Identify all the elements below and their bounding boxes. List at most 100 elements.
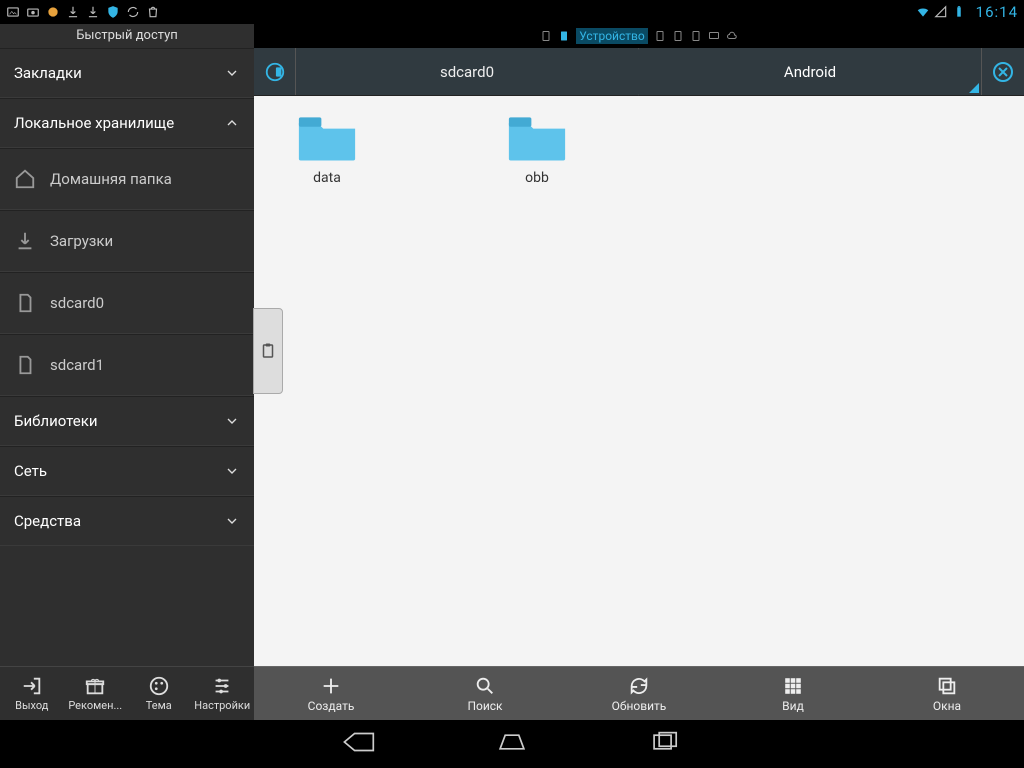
button-label: Вид [782,699,804,713]
window-tab-strip: Устройство [254,24,1024,48]
path-root-button[interactable] [254,48,296,95]
sidebar-section-tools[interactable]: Средства [0,496,254,546]
cloud-icon [726,30,738,42]
sidebar-section-local[interactable]: Локальное хранилище [0,98,254,148]
view-button[interactable]: Вид [716,667,870,720]
clipboard-icon [259,341,277,361]
sdcard-icon [14,292,36,314]
device-icon [264,61,286,83]
search-button[interactable]: Поиск [408,667,562,720]
main-bottom-bar: Создать Поиск Обновить Вид Окна [254,666,1024,720]
folder-label: data [313,170,341,186]
path-segment-sdcard0[interactable]: sdcard0 [296,48,639,95]
bag-icon [146,5,160,19]
grid-icon [782,675,804,697]
home-icon [495,728,529,756]
close-tab-button[interactable] [982,48,1024,95]
sidebar-item-label: sdcard0 [50,294,104,312]
tablet-icon [540,30,552,42]
download-icon [66,5,80,19]
button-label: Обновить [612,699,667,713]
folder-label: obb [525,170,549,186]
camera-icon [26,5,40,19]
chevron-down-icon [224,513,240,529]
download-icon [86,5,100,19]
sidebar-item-sdcard1[interactable]: sdcard1 [0,334,254,396]
image-icon [6,5,20,19]
file-grid[interactable]: data obb [254,96,1024,666]
windows-icon [936,675,958,697]
android-nav-bar [0,720,1024,768]
plus-icon [320,675,342,697]
sidebar-section-label: Локальное хранилище [14,114,174,132]
sidebar-item-sdcard0[interactable]: sdcard0 [0,272,254,334]
sidebar: Быстрый доступ Закладки Локальное хранил… [0,24,254,720]
sidebar-bottom-bar: Выход Рекомен... Тема Настройки [0,666,254,720]
button-label: Окна [933,699,961,713]
main-panel: sdcard0 Android data obb [254,48,1024,720]
sidebar-section-network[interactable]: Сеть [0,446,254,496]
sidebar-section-libraries[interactable]: Библиотеки [0,396,254,446]
chevron-down-icon [224,65,240,81]
sidebar-section-label: Сеть [14,462,47,480]
search-icon [474,675,496,697]
battery-icon [952,5,966,19]
button-label: Тема [146,699,172,712]
button-label: Рекомен... [68,699,122,712]
chevron-down-icon [224,463,240,479]
tablet-icon [672,30,684,42]
signal-icon [934,5,948,19]
tablet-icon [558,30,570,42]
sidebar-item-home[interactable]: Домашняя папка [0,148,254,210]
exit-button[interactable]: Выход [0,667,64,720]
refresh-button[interactable]: Обновить [562,667,716,720]
path-bar: sdcard0 Android [254,48,1024,96]
sidebar-section-label: Закладки [14,64,82,82]
close-icon [991,60,1015,84]
button-label: Создать [308,699,355,713]
download-icon [14,230,36,252]
folder-icon [297,112,357,164]
sidebar-section-label: Библиотеки [14,412,97,430]
monitor-icon [708,30,720,42]
create-button[interactable]: Создать [254,667,408,720]
nav-recent-button[interactable] [649,728,683,760]
sdcard-icon [14,354,36,376]
path-segment-label: Android [784,63,836,81]
nav-back-button[interactable] [341,728,375,760]
theme-button[interactable]: Тема [127,667,191,720]
chevron-down-icon [224,413,240,429]
chevron-up-icon [224,115,240,131]
back-icon [341,728,375,756]
sidebar-section-bookmarks[interactable]: Закладки [0,48,254,98]
button-label: Выход [15,699,48,712]
button-label: Настройки [194,699,250,712]
settings-button[interactable]: Настройки [191,667,255,720]
clipboard-drawer-handle[interactable] [253,308,283,394]
home-icon [14,168,36,190]
android-status-bar: 16:14 [0,0,1024,24]
refresh-icon [628,675,650,697]
tablet-icon [654,30,666,42]
active-tab-label[interactable]: Устройство [576,28,647,44]
path-segment-android[interactable]: Android [639,48,982,95]
exit-icon [21,675,43,697]
folder-obb[interactable]: obb [492,112,582,650]
status-clock: 16:14 [976,3,1018,21]
shield-icon [106,5,120,19]
gift-icon [84,675,106,697]
sidebar-item-label: Домашняя папка [50,170,172,188]
sidebar-title: Быстрый доступ [0,24,254,48]
sidebar-item-downloads[interactable]: Загрузки [0,210,254,272]
folder-data[interactable]: data [282,112,372,650]
nav-home-button[interactable] [495,728,529,760]
sidebar-section-label: Средства [14,512,81,530]
sidebar-item-label: sdcard1 [50,356,104,374]
palette-icon [148,675,170,697]
button-label: Поиск [467,699,502,713]
recommend-button[interactable]: Рекомен... [64,667,128,720]
windows-button[interactable]: Окна [870,667,1024,720]
circle-icon [46,5,60,19]
wifi-icon [916,5,930,19]
sidebar-item-label: Загрузки [50,232,113,250]
